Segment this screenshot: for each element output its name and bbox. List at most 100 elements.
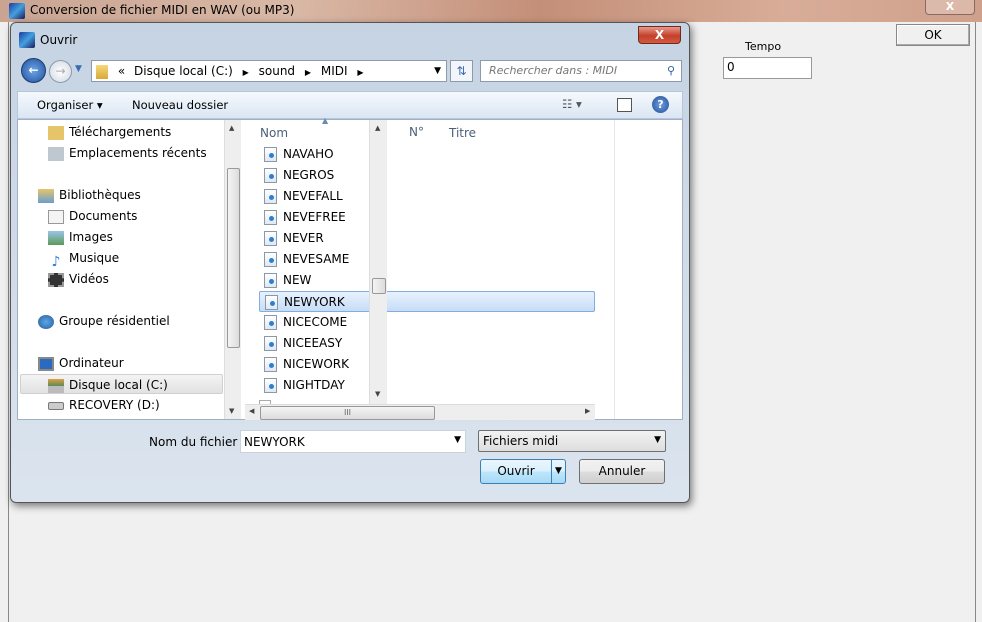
app-close-button[interactable]: X (925, 0, 975, 15)
file-list: ▲ Nom N° Titre NAVAHO NEGROS NEVEFALL NEVEF… (244, 116, 614, 404)
file-name: NEGROS (283, 168, 335, 182)
column-header-titre[interactable]: Titre (449, 126, 476, 140)
forward-button[interactable]: → (49, 60, 72, 83)
breadcrumb-arrow-icon[interactable]: ▶ (243, 68, 249, 77)
dialog-close-button[interactable]: X (638, 26, 681, 44)
organize-button[interactable]: Organiser ▾ (37, 98, 103, 112)
column-header-numero[interactable]: N° (409, 125, 424, 139)
file-row[interactable]: NICEWORK (259, 354, 595, 375)
midi-file-icon (264, 252, 277, 267)
filename-label: Nom du fichier : (149, 435, 246, 449)
folder-icon (96, 64, 108, 79)
nav-item-groupe-residentiel[interactable]: Groupe résidentiel (38, 311, 170, 331)
horizontal-scrollbar-thumb[interactable]: III (260, 406, 435, 420)
column-header-nom[interactable]: Nom (260, 126, 288, 140)
breadcrumb-overflow[interactable]: « (118, 64, 125, 78)
file-name: NIGHTDAY (283, 378, 345, 392)
pictures-icon (48, 230, 64, 245)
cancel-button[interactable]: Annuler (579, 459, 665, 484)
file-row[interactable]: NEGROS (259, 165, 595, 186)
nav-item-videos[interactable]: Vidéos (48, 269, 109, 289)
file-row[interactable]: NICECOME (259, 312, 595, 333)
file-list-horizontal-scrollbar[interactable]: ◀ III ▶ (245, 404, 595, 420)
drive-icon (48, 378, 64, 393)
app-title-bar: Conversion de fichier MIDI en WAV (ou MP… (0, 0, 982, 22)
breadcrumb-arrow-icon[interactable]: ▶ (357, 68, 363, 77)
nav-scrollbar-thumb[interactable] (227, 168, 240, 348)
file-row[interactable]: NIGHTDAY (259, 375, 595, 396)
file-row[interactable]: NEVEFALL (259, 186, 595, 207)
nav-item-musique[interactable]: ♪ Musique (48, 248, 120, 270)
breadcrumb-arrow-icon[interactable]: ▶ (305, 68, 311, 77)
search-icon[interactable]: ⚲ (667, 61, 675, 81)
column-headers: ▲ Nom N° Titre (244, 116, 614, 144)
new-folder-button[interactable]: Nouveau dossier (132, 98, 228, 112)
recent-places-icon (48, 146, 64, 161)
address-bar[interactable]: « Disque local (C:) ▶ sound ▶ MIDI ▶ ▼ (91, 60, 447, 82)
open-dialog: Ouvrir X ← → ▼ « Disque local (C:) ▶ sou… (10, 22, 690, 503)
file-name: NEVEFREE (283, 210, 346, 224)
midi-file-icon (264, 210, 277, 225)
tempo-input[interactable]: 0 (723, 57, 812, 79)
search-input[interactable]: Rechercher dans : MIDI ⚲ (480, 60, 682, 82)
help-icon[interactable]: ? (652, 96, 669, 113)
content-area: Téléchargements Emplacements récents Bib… (17, 116, 683, 420)
nav-item-emplacements-recents[interactable]: Emplacements récents (48, 143, 207, 163)
libraries-icon (38, 188, 54, 203)
file-name: NAVAHO (283, 147, 334, 161)
file-row[interactable]: NEVEFREE (259, 207, 595, 228)
toolbar: Organiser ▾ Nouveau dossier ☷ ▾ ? (17, 91, 683, 119)
midi-file-icon (264, 378, 277, 393)
file-name: NICEWORK (283, 357, 349, 371)
tempo-label: Tempo (745, 40, 782, 53)
navigation-pane: Téléchargements Emplacements récents Bib… (18, 120, 224, 419)
midi-file-icon (264, 147, 277, 162)
file-row[interactable]: NEWYORK (259, 291, 595, 312)
file-row[interactable]: NICEEASY (259, 333, 595, 354)
view-options-icon[interactable]: ☷ ▾ (562, 97, 582, 111)
filename-value: NEWYORK (244, 435, 305, 449)
filetype-dropdown-icon: ▼ (654, 435, 661, 445)
address-dropdown-icon[interactable]: ▼ (434, 61, 441, 81)
file-row[interactable]: NAVAHO (259, 144, 595, 165)
filename-dropdown-icon[interactable]: ▼ (454, 435, 461, 445)
back-button[interactable]: ← (21, 58, 46, 83)
file-name: NICECOME (283, 315, 348, 329)
file-list-vertical-scrollbar[interactable]: ▲ ▼ (369, 120, 387, 404)
dialog-title: Ouvrir (40, 33, 78, 47)
videos-icon (48, 272, 64, 287)
file-list-scrollbar-thumb[interactable] (372, 278, 386, 294)
filename-input[interactable]: NEWYORK ▼ (240, 430, 466, 453)
refresh-button[interactable]: ⇅ (450, 60, 473, 82)
breadcrumb-midi[interactable]: MIDI (321, 64, 348, 78)
dialog-icon (19, 32, 35, 48)
nav-item-recovery[interactable]: RECOVERY (D:) (48, 395, 160, 415)
midi-file-icon (264, 189, 277, 204)
recent-pages-dropdown[interactable]: ▼ (75, 64, 82, 74)
file-name: NEVESAME (283, 252, 350, 266)
nav-item-ordinateur[interactable]: Ordinateur (38, 353, 124, 373)
open-button[interactable]: Ouvrir ▼ (480, 459, 566, 484)
file-name: NEVEFALL (283, 189, 343, 203)
nav-item-images[interactable]: Images (48, 227, 113, 247)
file-name: NEW (283, 273, 312, 287)
nav-item-documents[interactable]: Documents (48, 206, 137, 226)
documents-icon (48, 209, 64, 224)
computer-icon (38, 356, 54, 371)
breadcrumb-sound[interactable]: sound (259, 64, 295, 78)
file-row[interactable]: NEW (259, 270, 595, 291)
nav-item-disque-local[interactable]: Disque local (C:) (20, 374, 223, 394)
breadcrumb-disque-local[interactable]: Disque local (C:) (134, 64, 233, 78)
file-name: NEWYORK (284, 295, 345, 309)
nav-item-bibliotheques[interactable]: Bibliothèques (38, 185, 141, 205)
open-dropdown-icon[interactable]: ▼ (551, 460, 565, 483)
nav-item-telechargements[interactable]: Téléchargements (48, 122, 171, 142)
filetype-select[interactable]: Fichiers midi ▼ (478, 430, 666, 452)
nav-scrollbar[interactable]: ▲ ▼ (224, 120, 241, 419)
ok-button[interactable]: OK (896, 24, 970, 46)
preview-pane-icon[interactable] (617, 98, 632, 112)
midi-file-icon (264, 168, 277, 183)
file-row[interactable]: NEVESAME (259, 249, 595, 270)
file-name: NICEEASY (283, 336, 343, 350)
file-row[interactable]: NEVER (259, 228, 595, 249)
